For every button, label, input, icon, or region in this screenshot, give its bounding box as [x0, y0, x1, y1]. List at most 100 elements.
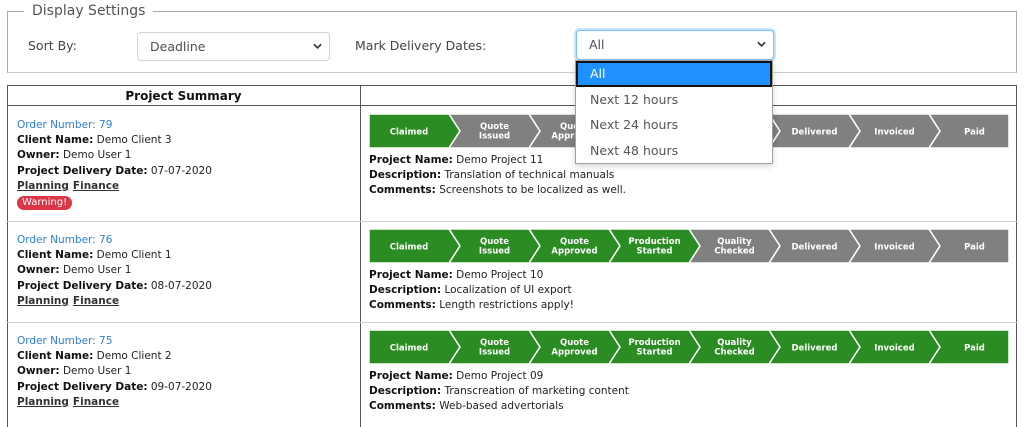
planning-link[interactable]: Planning — [17, 180, 69, 192]
stage-label: Paid — [964, 344, 985, 354]
stage-label: Production — [628, 338, 680, 348]
stage-label: Claimed — [390, 344, 429, 354]
stage-label: Paid — [964, 128, 985, 138]
client-name: Client Name: Demo Client 2 — [17, 350, 172, 363]
order-number[interactable]: Order Number: 79 — [17, 118, 212, 133]
stage-label: Quote — [560, 237, 589, 247]
table-border — [7, 86, 8, 427]
client-name: Client Name: Demo Client 3 — [17, 134, 172, 147]
comments: Comments: Screenshots to be localized as… — [369, 184, 626, 197]
project-summary-cell: Order Number: 75 Client Name: Demo Client… — [17, 334, 212, 410]
project-summary-cell: Order Number: 79 Client Name: Demo Client… — [17, 118, 212, 210]
comments: Comments: Length restrictions apply! — [369, 299, 574, 312]
stage-label: Started — [636, 348, 672, 358]
row-links: Planning Finance — [17, 179, 212, 194]
project-details-cell: Project Name: Demo Project 10 Description… — [369, 268, 574, 314]
project-delivery-date-label: Project Delivery Date: — [17, 380, 148, 393]
order-number[interactable]: Order Number: 75 — [17, 334, 212, 349]
status-pipeline-svg: ClaimedQuoteIssuedQuoteApprovedProductio… — [369, 229, 1009, 263]
stage-label: Checked — [714, 348, 754, 358]
client-name-label: Client Name: — [17, 134, 94, 147]
stage-label: Quote — [480, 338, 509, 348]
planning-link[interactable]: Planning — [17, 295, 69, 307]
project-delivery-date-label: Project Delivery Date: — [17, 164, 148, 177]
dropdown-option-next-48-hours[interactable]: Next 48 hours — [576, 138, 772, 164]
display-settings-fieldset: Display Settings Sort By: Deadline Mark … — [7, 3, 1017, 73]
mark-delivery-dates-value: All — [589, 37, 605, 52]
stage-label: Claimed — [390, 128, 429, 138]
owner-label: Owner: — [17, 149, 60, 162]
stage-label: Issued — [479, 348, 510, 358]
dropdown-option-next-12-hours[interactable]: Next 12 hours — [576, 87, 772, 113]
client-name-label: Client Name: — [17, 249, 94, 262]
project-delivery-date: Project Delivery Date: 07-07-2020 — [17, 164, 212, 177]
sort-by-select[interactable]: Deadline — [137, 32, 330, 61]
stage-label: Quality — [717, 338, 752, 348]
description: Description: Transcreation of marketing … — [369, 385, 629, 398]
owner: Owner: Demo User 1 — [17, 264, 132, 277]
client-name-label: Client Name: — [17, 350, 94, 363]
comments-label: Comments: — [369, 400, 436, 413]
mark-delivery-dates-dropdown: All Next 12 hours Next 24 hours Next 48 … — [575, 60, 773, 164]
comments-label: Comments: — [369, 184, 436, 197]
status-pipeline-svg: ClaimedQuoteIssuedQuoteApprovedProductio… — [369, 330, 1009, 364]
stage-label: Claimed — [390, 243, 429, 253]
stage-label: Production — [628, 237, 680, 247]
description: Description: Translation of technical ma… — [369, 169, 615, 182]
description-label: Description: — [369, 284, 442, 297]
stage-label: Delivered — [792, 243, 838, 253]
chevron-down-icon — [313, 43, 322, 49]
stage-label: Checked — [714, 247, 754, 257]
project-name-label: Project Name: — [369, 154, 453, 166]
mark-delivery-dates-label: Mark Delivery Dates: — [355, 38, 487, 53]
planning-link[interactable]: Planning — [17, 396, 69, 408]
order-number[interactable]: Order Number: 76 — [17, 233, 212, 248]
projects-table: Project Summary Project Details Order Nu… — [7, 85, 1017, 427]
stage-label: Delivered — [792, 128, 838, 138]
status-pipeline: ClaimedQuoteIssuedQuoteApprovedProductio… — [369, 229, 1009, 263]
stage-label: Approved — [551, 348, 597, 358]
stage-label: Issued — [479, 247, 510, 257]
project-name: Project Name: Demo Project 10 — [369, 269, 544, 281]
project-details-cell: Project Name: Demo Project 09 Description… — [369, 369, 629, 415]
finance-link[interactable]: Finance — [73, 396, 119, 408]
status-pipeline: ClaimedQuoteIssuedQuoteApprovedProductio… — [369, 330, 1009, 364]
column-divider — [360, 86, 361, 427]
project-name-label: Project Name: — [369, 269, 453, 281]
stage-label: Quality — [717, 237, 752, 247]
sort-by-value: Deadline — [150, 39, 206, 54]
stage-label: Paid — [964, 243, 985, 253]
stage-label: Invoiced — [874, 243, 914, 253]
display-settings-legend: Display Settings — [24, 3, 154, 19]
finance-link[interactable]: Finance — [73, 180, 119, 192]
stage-label: Quote — [560, 338, 589, 348]
mark-delivery-dates-select[interactable]: All — [576, 30, 774, 60]
dropdown-option-all[interactable]: All — [576, 61, 772, 87]
row-divider — [7, 322, 1017, 323]
stage-label: Delivered — [792, 344, 838, 354]
project-summary-cell: Order Number: 76 Client Name: Demo Client… — [17, 233, 212, 309]
comments: Comments: Web-based advertorials — [369, 400, 564, 413]
stage-label: Invoiced — [874, 344, 914, 354]
dropdown-option-next-24-hours[interactable]: Next 24 hours — [576, 112, 772, 138]
owner-label: Owner: — [17, 365, 60, 378]
sort-by-label: Sort By: — [28, 38, 77, 53]
project-delivery-date: Project Delivery Date: 09-07-2020 — [17, 380, 212, 393]
row-divider — [7, 221, 1017, 222]
stage-label: Approved — [551, 247, 597, 257]
stage-label: Invoiced — [874, 128, 914, 138]
table-border — [1016, 86, 1017, 427]
stage-label: Quote — [480, 237, 509, 247]
description-label: Description: — [369, 169, 442, 182]
finance-link[interactable]: Finance — [73, 295, 119, 307]
chevron-down-icon — [757, 41, 766, 47]
client-name: Client Name: Demo Client 1 — [17, 249, 172, 262]
owner-label: Owner: — [17, 264, 60, 277]
owner: Owner: Demo User 1 — [17, 149, 132, 162]
description: Description: Localization of UI export — [369, 284, 572, 297]
owner: Owner: Demo User 1 — [17, 365, 132, 378]
row-links: Planning Finance — [17, 395, 212, 410]
description-label: Description: — [369, 385, 442, 398]
warning-badge: Warning! — [17, 195, 73, 210]
project-name: Project Name: Demo Project 09 — [369, 370, 544, 382]
